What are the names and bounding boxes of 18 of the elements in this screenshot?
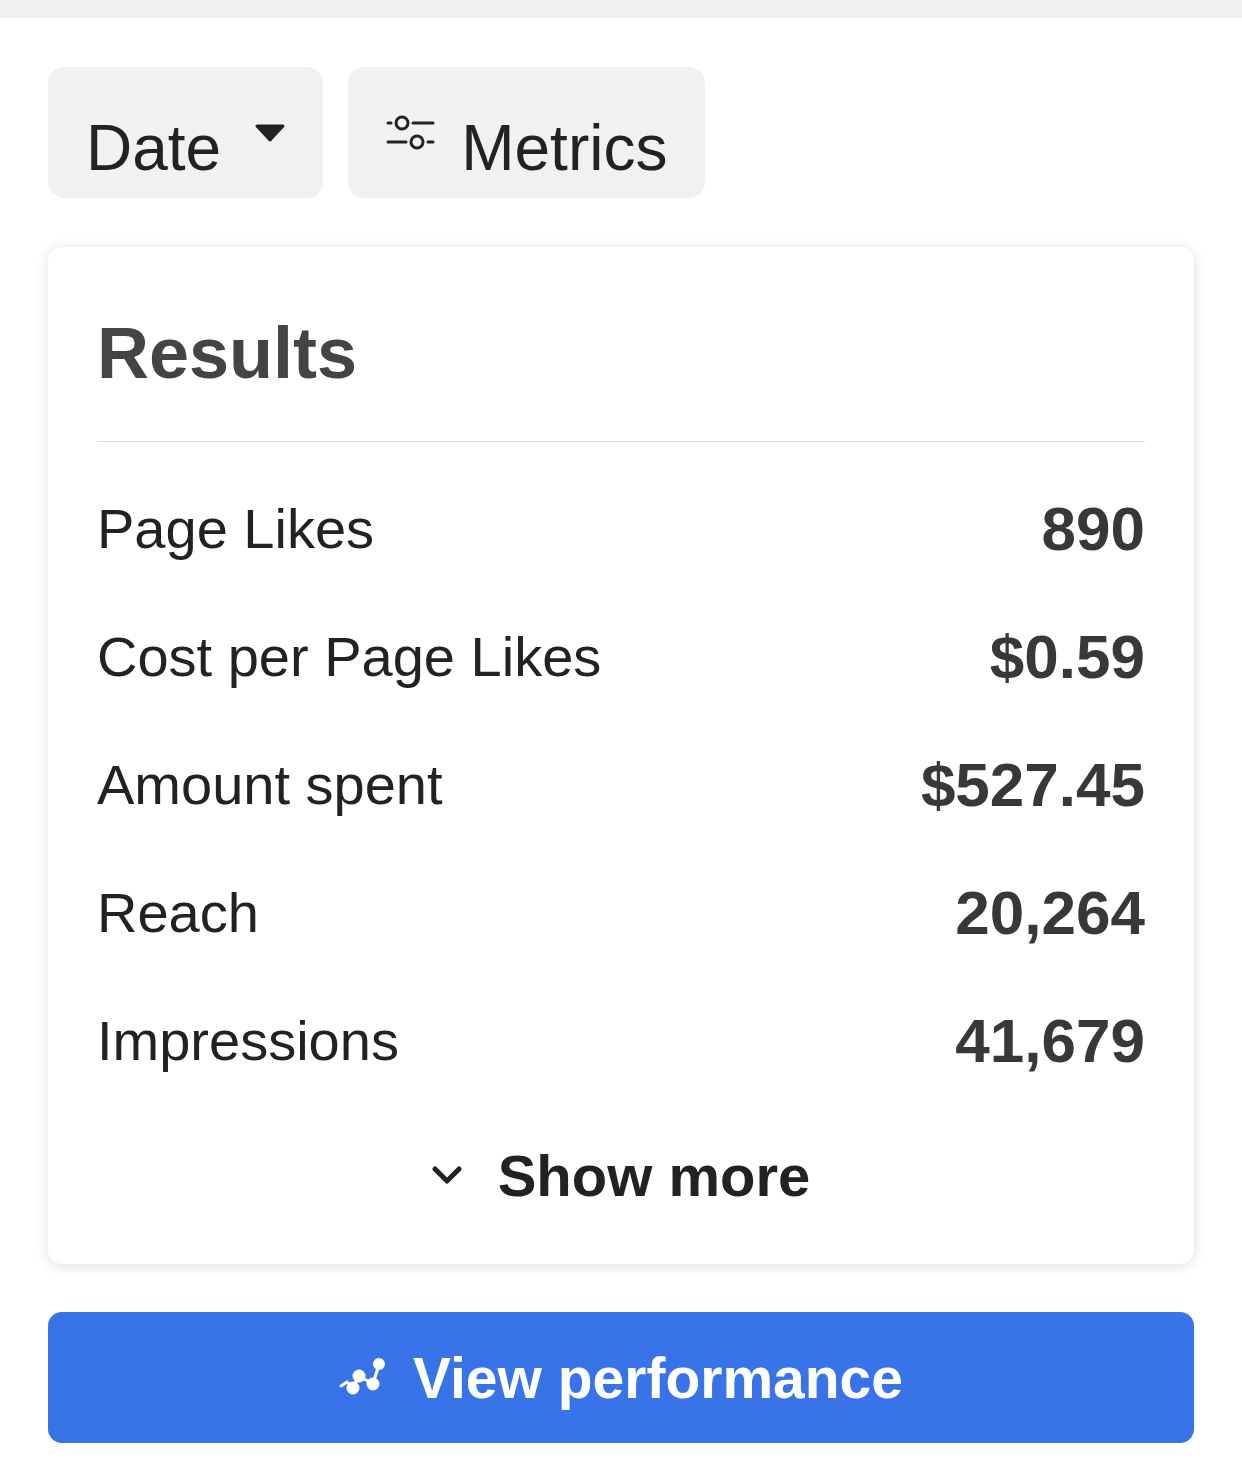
caret-down-icon xyxy=(255,123,286,142)
metric-label: Page Likes xyxy=(97,495,375,561)
chevron-down-icon xyxy=(431,1166,462,1184)
show-more-button[interactable]: Show more xyxy=(431,1125,811,1225)
metric-value: 41,679 xyxy=(955,1004,1145,1076)
filter-button[interactable]: Metrics xyxy=(348,67,706,198)
metric-value: 20,264 xyxy=(955,876,1145,948)
sliders-icon xyxy=(386,113,436,152)
metric-label: Reach xyxy=(97,879,259,945)
metric-label: Impressions xyxy=(97,1007,399,1073)
metric-label: Amount spent xyxy=(97,751,443,817)
metric-value: $0.59 xyxy=(989,620,1145,692)
card-title: Results xyxy=(97,312,358,395)
metric-value: 890 xyxy=(1041,492,1145,564)
view-performance-button[interactable]: View performance xyxy=(48,1312,1194,1443)
metric-label: Cost per Page Likes xyxy=(97,623,602,689)
dropdown-button[interactable]: Date xyxy=(48,67,324,198)
metric-value: $527.45 xyxy=(920,748,1145,820)
